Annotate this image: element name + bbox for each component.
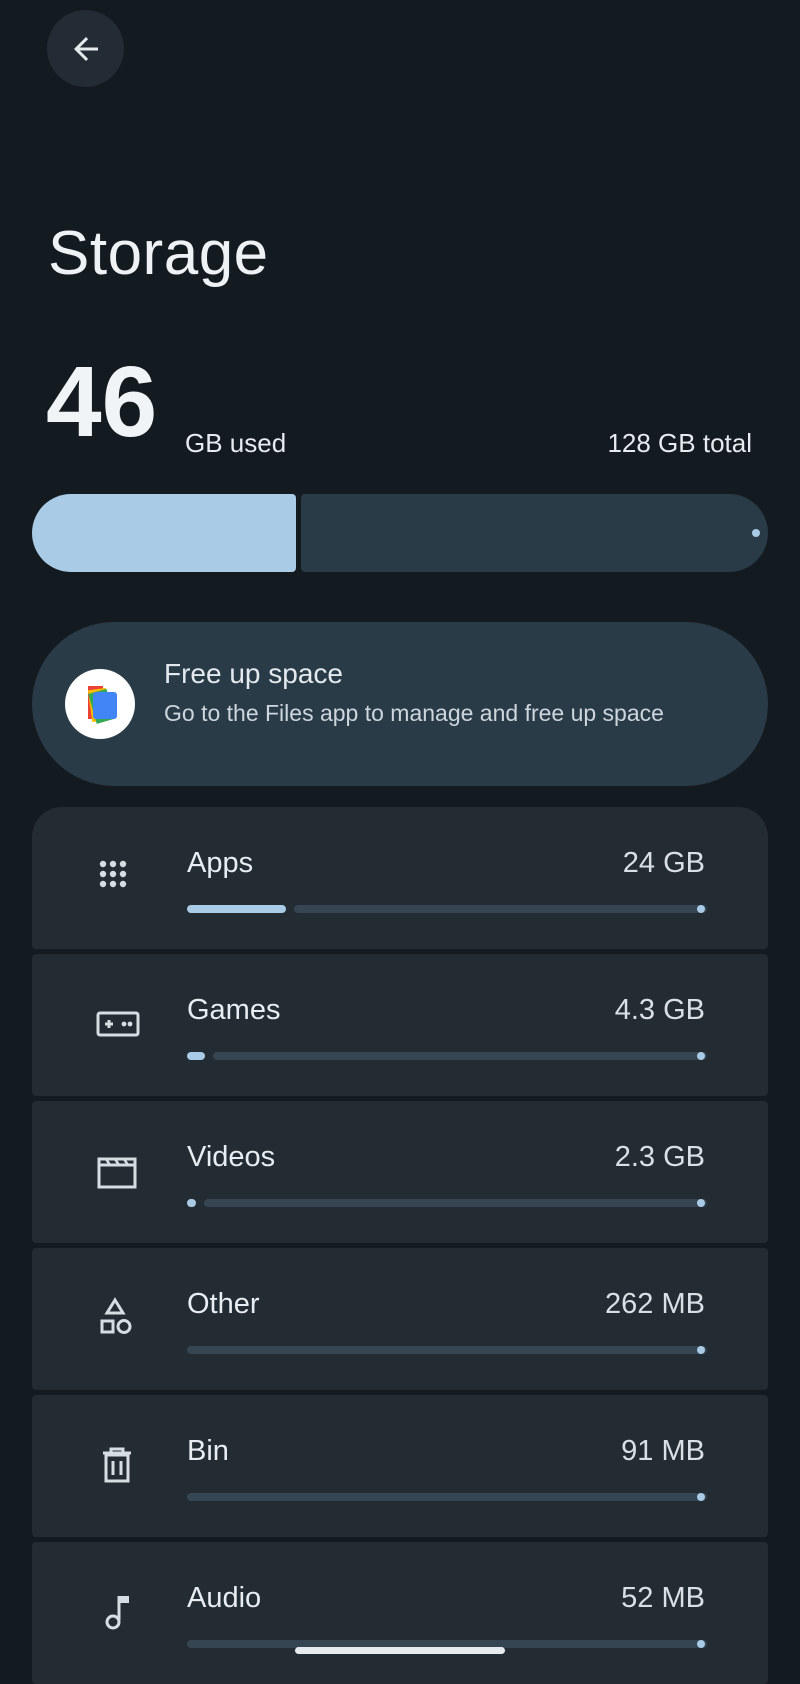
category-label: Bin bbox=[187, 1435, 229, 1467]
category-row-bin[interactable]: Bin 91 MB bbox=[32, 1395, 768, 1537]
category-usage-fill bbox=[187, 1199, 196, 1207]
used-storage-unit: GB used bbox=[185, 428, 287, 458]
category-usage-track bbox=[213, 1052, 707, 1060]
category-label: Other bbox=[187, 1288, 260, 1320]
used-storage-value: 46 bbox=[46, 346, 158, 458]
category-label: Videos bbox=[187, 1141, 276, 1173]
category-usage-end-dot bbox=[697, 1493, 705, 1501]
category-usage-fill bbox=[187, 905, 286, 913]
category-usage-bar bbox=[187, 905, 707, 913]
category-label: Games bbox=[187, 994, 281, 1026]
category-usage-end-dot bbox=[697, 1199, 705, 1207]
files-app-icon bbox=[65, 669, 135, 739]
arrow-back-icon bbox=[73, 36, 98, 61]
gamepad-icon bbox=[96, 1011, 140, 1037]
category-size: 2.3 GB bbox=[614, 1141, 705, 1173]
apps-grid-icon bbox=[99, 860, 127, 888]
free-up-space-subtitle: Go to the Files app to manage and free u… bbox=[164, 700, 664, 726]
category-usage-end-dot bbox=[697, 905, 705, 913]
category-usage-track bbox=[187, 1493, 707, 1501]
back-button[interactable] bbox=[47, 10, 124, 87]
category-row-apps[interactable]: Apps 24 GB bbox=[32, 807, 768, 949]
category-usage-track bbox=[187, 1346, 707, 1354]
category-label: Apps bbox=[187, 847, 254, 879]
storage-usage-fill bbox=[32, 494, 296, 572]
category-usage-bar bbox=[187, 1199, 707, 1207]
home-indicator[interactable] bbox=[295, 1647, 505, 1654]
free-up-space-title: Free up space bbox=[164, 658, 343, 689]
category-size: 91 MB bbox=[621, 1435, 705, 1467]
category-usage-end-dot bbox=[697, 1640, 705, 1648]
category-size: 262 MB bbox=[605, 1288, 705, 1320]
category-usage-end-dot bbox=[697, 1346, 705, 1354]
category-usage-bar bbox=[187, 1052, 707, 1060]
category-size: 4.3 GB bbox=[614, 994, 705, 1026]
category-usage-track bbox=[294, 905, 707, 913]
storage-usage-end-dot bbox=[752, 529, 760, 537]
category-size: 52 MB bbox=[621, 1582, 705, 1614]
category-row-games[interactable]: Games 4.3 GB bbox=[32, 954, 768, 1096]
free-up-space-card[interactable]: Free up space Go to the Files app to man… bbox=[32, 622, 768, 786]
category-usage-bar bbox=[187, 1493, 707, 1501]
category-usage-fill bbox=[187, 1052, 205, 1060]
category-usage-end-dot bbox=[697, 1052, 705, 1060]
category-label: Audio bbox=[187, 1582, 262, 1614]
video-clapper-icon bbox=[97, 1157, 137, 1189]
storage-usage-bar bbox=[32, 494, 768, 572]
total-storage-label: 128 GB total bbox=[607, 428, 752, 458]
shapes-icon bbox=[100, 1297, 132, 1334]
category-size: 24 GB bbox=[622, 847, 705, 879]
music-note-icon bbox=[105, 1596, 129, 1630]
category-usage-bar bbox=[187, 1346, 707, 1354]
category-usage-track bbox=[204, 1199, 707, 1207]
category-row-videos[interactable]: Videos 2.3 GB bbox=[32, 1101, 768, 1243]
category-row-other[interactable]: Other 262 MB bbox=[32, 1248, 768, 1390]
trash-icon bbox=[103, 1447, 131, 1483]
category-row-audio[interactable]: Audio 52 MB bbox=[32, 1542, 768, 1684]
storage-usage-track bbox=[301, 494, 768, 572]
page-title: Storage bbox=[48, 219, 269, 288]
